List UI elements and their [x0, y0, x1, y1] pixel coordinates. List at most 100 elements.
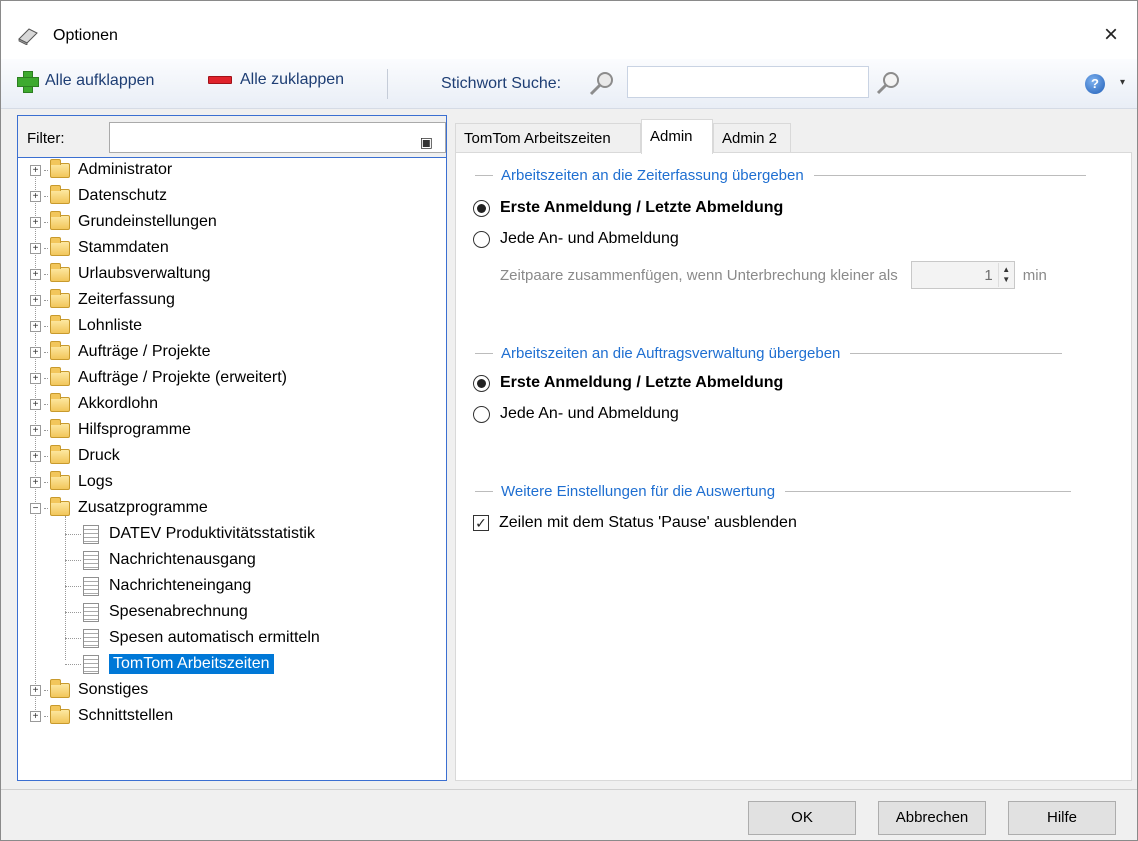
- tree-item-label: Lohnliste: [78, 317, 143, 334]
- tree-item-stammdaten[interactable]: + Stammdaten: [30, 235, 169, 261]
- group-title: Arbeitszeiten an die Zeiterfassung überg…: [501, 167, 804, 184]
- tree-item-schnittstellen[interactable]: + Schnittstellen: [30, 703, 173, 729]
- radio-button-selected[interactable]: [473, 199, 490, 217]
- toolbar: Alle aufklappen Alle zuklappen Stichwort…: [1, 59, 1137, 109]
- expand-icon[interactable]: +: [30, 294, 41, 306]
- chevron-down-icon[interactable]: ▾: [1120, 77, 1125, 88]
- folder-icon: [50, 288, 70, 308]
- expand-icon[interactable]: +: [30, 190, 41, 202]
- tree-item-tomtom-arbeitszeiten[interactable]: TomTom Arbeitszeiten: [65, 651, 274, 677]
- search-icon[interactable]: [874, 70, 904, 96]
- spin-arrows-icon[interactable]: ▲ ▼: [997, 263, 1014, 287]
- radio-button[interactable]: [473, 230, 490, 248]
- expand-icon[interactable]: +: [30, 242, 41, 254]
- tree-item-zusatzprogramme[interactable]: − Zusatzprogramme: [30, 495, 208, 521]
- zeiterfassung-option-first-last[interactable]: Erste Anmeldung / Letzte Abmeldung: [473, 199, 783, 217]
- folder-icon: [50, 704, 70, 724]
- help-button[interactable]: Hilfe: [1008, 801, 1116, 835]
- expand-icon[interactable]: +: [30, 476, 41, 488]
- minus-icon: [208, 76, 232, 84]
- checkbox-checked[interactable]: ✓: [473, 515, 489, 531]
- search-input[interactable]: [627, 66, 869, 98]
- group-divider: [785, 491, 1072, 492]
- collapse-all-button[interactable]: Alle zuklappen: [208, 71, 344, 89]
- tree-item-auftraege-projekte-erweitert[interactable]: + Aufträge / Projekte (erweitert): [30, 365, 287, 391]
- help-icon[interactable]: ?: [1085, 74, 1105, 94]
- tree-item-nachrichteneingang[interactable]: Nachrichteneingang: [65, 573, 251, 599]
- tree-item-label: Zusatzprogramme: [78, 499, 208, 516]
- ok-button[interactable]: OK: [748, 801, 856, 835]
- expand-icon[interactable]: +: [30, 398, 41, 410]
- cancel-button[interactable]: Abbrechen: [878, 801, 986, 835]
- auftrag-option-first-last[interactable]: Erste Anmeldung / Letzte Abmeldung: [473, 374, 783, 392]
- tree-connector-line: [44, 299, 48, 301]
- radio-button-selected[interactable]: [473, 374, 490, 392]
- folder-icon: [50, 678, 70, 698]
- tree-item-zeiterfassung[interactable]: + Zeiterfassung: [30, 287, 175, 313]
- group-divider: [475, 353, 493, 354]
- toolbar-separator: [387, 69, 388, 99]
- expand-all-button[interactable]: Alle aufklappen: [17, 71, 155, 93]
- radio-label: Erste Anmeldung / Letzte Abmeldung: [500, 374, 784, 391]
- tree-item-druck[interactable]: + Druck: [30, 443, 120, 469]
- tree-item-label: Sonstiges: [78, 681, 149, 698]
- radio-label: Jede An- und Abmeldung: [500, 405, 679, 422]
- expand-icon[interactable]: +: [30, 320, 41, 332]
- tree-item-label: Administrator: [78, 161, 173, 178]
- expand-icon[interactable]: +: [30, 346, 41, 358]
- tree-item-auftraege-projekte[interactable]: + Aufträge / Projekte: [30, 339, 211, 365]
- tree-item-spesen-automatisch-ermitteln[interactable]: Spesen automatisch ermitteln: [65, 625, 320, 651]
- tree-connector-line: [44, 195, 48, 197]
- folder-icon: [50, 340, 70, 360]
- close-button[interactable]: ×: [1093, 19, 1129, 51]
- tree-item-akkordlohn[interactable]: + Akkordlohn: [30, 391, 158, 417]
- folder-icon: [50, 236, 70, 256]
- tree-item-administrator[interactable]: + Administrator: [30, 157, 172, 183]
- search-history-icon[interactable]: [587, 70, 617, 96]
- document-icon: [83, 654, 99, 674]
- pause-zeilen-checkbox-row[interactable]: ✓ Zeilen mit dem Status 'Pause' ausblend…: [473, 514, 797, 532]
- tree-connector-line: [44, 507, 48, 509]
- options-tree-panel: Filter: ▣ + Administrator + Datenschutz + G…: [17, 115, 447, 781]
- folder-icon: [50, 470, 70, 490]
- tree-item-label: Urlaubsverwaltung: [78, 265, 211, 282]
- group-weitere-einstellungen: Weitere Einstellungen für die Auswertung: [475, 483, 1072, 500]
- tab-admin-2[interactable]: Admin 2: [713, 123, 791, 153]
- tree-item-spesenabrechnung[interactable]: Spesenabrechnung: [65, 599, 248, 625]
- tree-item-logs[interactable]: + Logs: [30, 469, 113, 495]
- tree-item-nachrichtenausgang[interactable]: Nachrichtenausgang: [65, 547, 256, 573]
- expand-icon[interactable]: +: [30, 164, 41, 176]
- expand-icon[interactable]: +: [30, 372, 41, 384]
- expand-icon[interactable]: +: [30, 424, 41, 436]
- collapse-icon[interactable]: −: [30, 502, 41, 514]
- checkbox-label: Zeilen mit dem Status 'Pause' ausblenden: [499, 514, 797, 531]
- radio-label: Jede An- und Abmeldung: [500, 230, 679, 247]
- document-icon: [83, 550, 99, 570]
- zeiterfassung-option-every[interactable]: Jede An- und Abmeldung: [473, 230, 679, 248]
- tree-item-datev-produktivitaetsstatistik[interactable]: DATEV Produktivitätsstatistik: [65, 521, 315, 547]
- binoculars-icon[interactable]: ▣: [420, 134, 433, 151]
- tab-tomtom-arbeitszeiten[interactable]: TomTom Arbeitszeiten: [455, 123, 641, 153]
- tree-item-label: Logs: [78, 473, 113, 490]
- tree-item-urlaubsverwaltung[interactable]: + Urlaubsverwaltung: [30, 261, 211, 287]
- expand-all-label: Alle aufklappen: [45, 72, 155, 89]
- expand-icon[interactable]: +: [30, 710, 41, 722]
- expand-icon[interactable]: +: [30, 268, 41, 280]
- expand-icon[interactable]: +: [30, 450, 41, 462]
- expand-icon[interactable]: +: [30, 216, 41, 228]
- folder-icon: [50, 158, 70, 178]
- auftrag-option-every[interactable]: Jede An- und Abmeldung: [473, 405, 679, 423]
- tree-item-label: Spesen automatisch ermitteln: [109, 629, 320, 646]
- tree-item-label: Datenschutz: [78, 187, 167, 204]
- tree-item-lohnliste[interactable]: + Lohnliste: [30, 313, 142, 339]
- tree-connector-line: [65, 533, 81, 535]
- tree-item-hilfsprogramme[interactable]: + Hilfsprogramme: [30, 417, 191, 443]
- tab-admin[interactable]: Admin: [641, 119, 713, 154]
- radio-button[interactable]: [473, 405, 490, 423]
- tree-item-sonstiges[interactable]: + Sonstiges: [30, 677, 148, 703]
- filter-input[interactable]: ▣: [109, 122, 446, 153]
- tree-item-datenschutz[interactable]: + Datenschutz: [30, 183, 167, 209]
- tree-item-grundeinstellungen[interactable]: + Grundeinstellungen: [30, 209, 217, 235]
- expand-icon[interactable]: +: [30, 684, 41, 696]
- zeitpaare-stepper[interactable]: 1 ▲ ▼: [910, 261, 1015, 289]
